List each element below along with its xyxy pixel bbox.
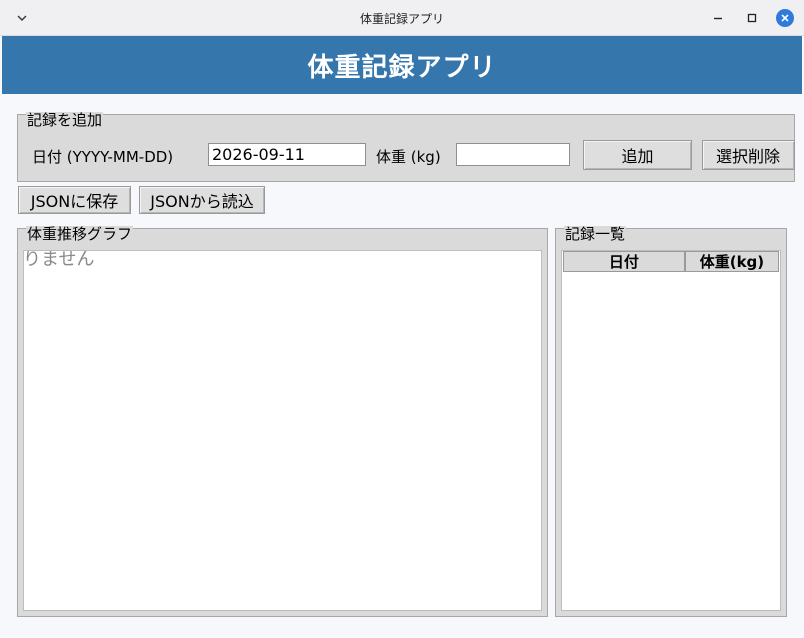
close-icon [776,9,794,27]
delete-selected-button[interactable]: 選択削除 [702,140,795,170]
graph-empty-message: りません [23,250,95,270]
close-button[interactable] [776,9,794,27]
save-json-button[interactable]: JSONに保存 [18,186,131,214]
weight-label: 体重 (kg) [376,148,441,166]
app-title: 体重記録アプリ [307,52,497,83]
records-list-legend: 記録一覧 [564,225,627,243]
records-table[interactable]: 日付 体重(kg) [561,250,781,611]
add-button[interactable]: 追加 [583,140,692,170]
window-title: 体重記録アプリ [359,12,444,26]
column-header-weight[interactable]: 体重(kg) [684,251,779,272]
weight-graph-group: 体重推移グラフ りません [17,225,548,617]
records-list-group: 記録一覧 日付 体重(kg) [555,225,787,617]
weight-graph-canvas: りません [23,250,542,611]
weight-graph-legend: 体重推移グラフ [26,225,134,243]
app-header: 体重記録アプリ [2,36,802,94]
load-json-button[interactable]: JSONから読込 [139,186,265,214]
column-header-date[interactable]: 日付 [563,251,685,272]
window-titlebar: 体重記録アプリ [0,0,804,36]
add-record-legend: 記録を追加 [26,111,104,129]
weight-input[interactable] [456,143,570,166]
add-record-group: 記録を追加 日付 (YYYY-MM-DD) 体重 (kg) 追加 選択削除 [17,111,795,182]
date-input[interactable] [208,143,366,166]
date-label: 日付 (YYYY-MM-DD) [32,148,174,166]
minimize-icon[interactable] [709,9,727,27]
table-header: 日付 体重(kg) [563,251,779,272]
maximize-icon[interactable] [743,9,761,27]
